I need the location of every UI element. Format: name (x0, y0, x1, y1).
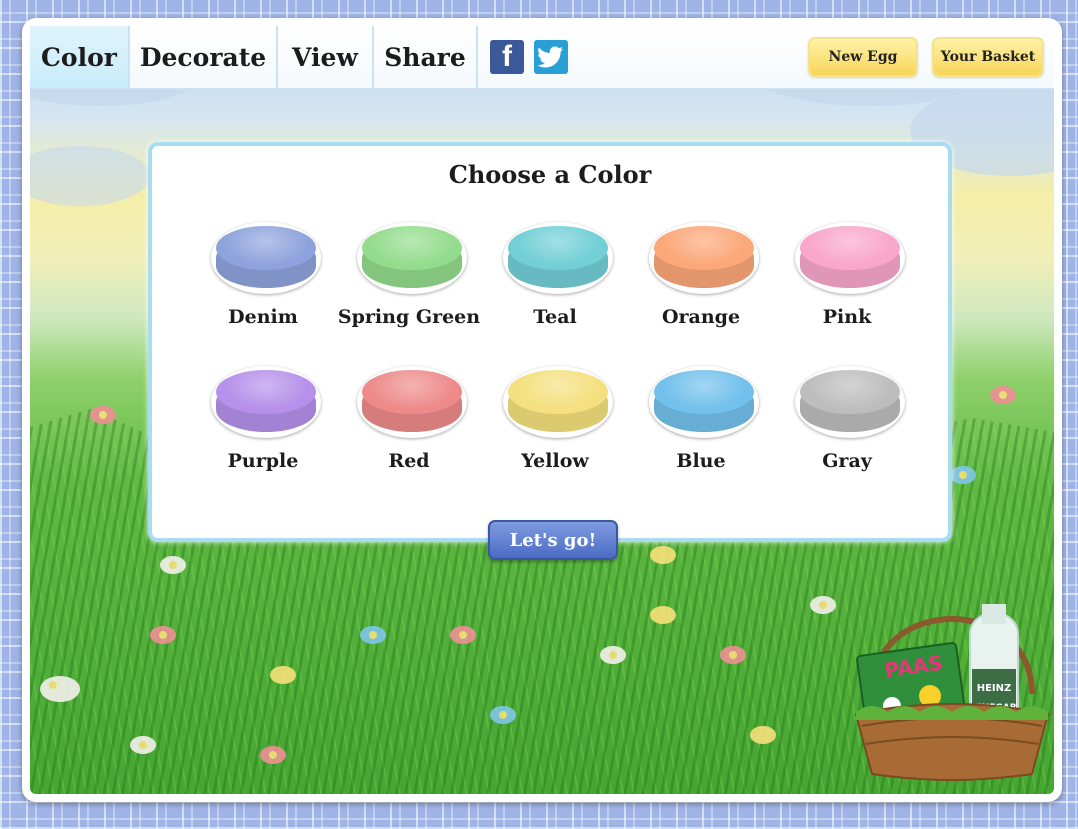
color-disk-top (800, 226, 900, 270)
color-picker-panel: Choose a Color Denim Spring Green Teal Oran… (148, 142, 952, 542)
app-frame: PAAS HEINZ VINEGAR Choose a Color Denim S… (22, 18, 1062, 802)
color-label: Teal (533, 306, 577, 328)
color-label: Red (388, 450, 430, 472)
color-label: Purple (227, 450, 299, 472)
color-swatch-denim[interactable]: Denim (198, 222, 328, 342)
color-label: Orange (661, 306, 741, 328)
color-disk-top (362, 226, 462, 270)
new-egg-button[interactable]: New Egg (808, 37, 918, 77)
color-label: Spring Green (337, 306, 481, 328)
color-disk-top (800, 370, 900, 414)
twitter-icon[interactable] (534, 40, 568, 74)
color-swatch-blue[interactable]: Blue (636, 366, 766, 486)
top-nav-bar: Color Decorate View Share f New Egg Your… (30, 26, 1054, 89)
panel-title: Choose a Color (448, 160, 652, 189)
color-label: Pink (822, 306, 872, 328)
color-swatch-purple[interactable]: Purple (198, 366, 328, 486)
facebook-icon[interactable]: f (490, 40, 524, 74)
color-disk-top (216, 370, 316, 414)
color-disk-top (362, 370, 462, 414)
tab-view[interactable]: View (278, 26, 374, 88)
color-disk-top (654, 370, 754, 414)
color-label: Gray (822, 450, 872, 472)
color-swatch-teal[interactable]: Teal (490, 222, 620, 342)
your-basket-button[interactable]: Your Basket (932, 37, 1044, 77)
color-swatch-red[interactable]: Red (344, 366, 474, 486)
color-label: Blue (676, 450, 726, 472)
color-disk-top (508, 370, 608, 414)
paas-basket-image: PAAS HEINZ VINEGAR (852, 574, 1052, 784)
color-disk-top (216, 226, 316, 270)
color-disk-top (654, 226, 754, 270)
svg-text:HEINZ: HEINZ (977, 683, 1012, 694)
color-label: Yellow (521, 450, 589, 472)
tab-decorate[interactable]: Decorate (130, 26, 278, 88)
color-label: Denim (228, 306, 298, 328)
lets-go-button[interactable]: Let's go! (488, 520, 618, 560)
color-swatch-yellow[interactable]: Yellow (490, 366, 620, 486)
color-disk-top (508, 226, 608, 270)
meadow-background: PAAS HEINZ VINEGAR Choose a Color Denim S… (30, 26, 1054, 794)
tab-color[interactable]: Color (30, 26, 130, 88)
color-swatch-pink[interactable]: Pink (782, 222, 912, 342)
tab-share[interactable]: Share (374, 26, 478, 88)
color-swatch-spring-green[interactable]: Spring Green (338, 222, 480, 342)
color-swatch-orange[interactable]: Orange (636, 222, 766, 342)
color-swatch-gray[interactable]: Gray (782, 366, 912, 486)
